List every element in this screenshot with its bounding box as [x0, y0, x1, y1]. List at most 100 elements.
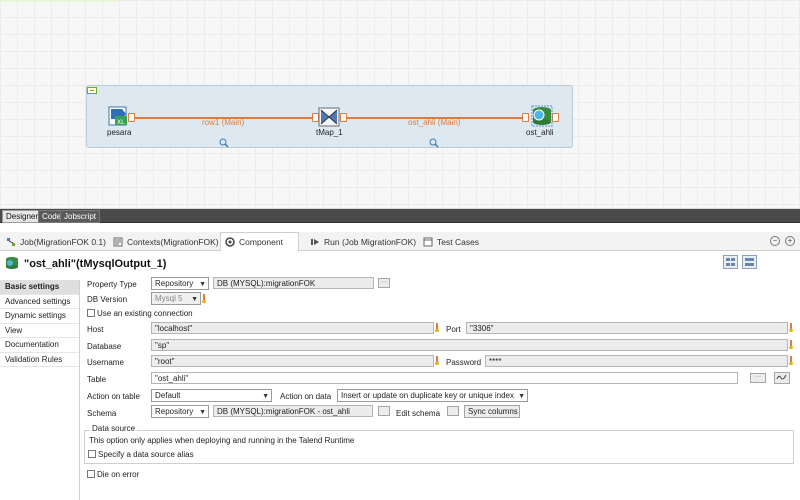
warning-marker-icon: [202, 294, 206, 304]
edit-schema-label: Edit schema: [396, 409, 441, 418]
tab-job[interactable]: Job(MigrationFOK 0.1): [2, 232, 110, 251]
tmap-component-icon[interactable]: [318, 106, 340, 128]
warning-marker-icon: [435, 356, 439, 366]
run-icon: [310, 237, 320, 247]
tmap-component-label[interactable]: tMap_1: [316, 128, 343, 137]
schema-type-value: Repository: [155, 407, 194, 416]
table-label: Table: [87, 375, 107, 384]
schema-label: Schema: [87, 409, 117, 418]
database-field[interactable]: "sp": [151, 339, 788, 351]
minimize-icon[interactable]: −: [770, 236, 780, 246]
username-field[interactable]: "root": [151, 355, 434, 367]
database-label: Database: [87, 342, 122, 351]
data-source-legend: Data source: [90, 424, 138, 433]
editor-mode-tabbar: Designer Code Jobscript: [0, 209, 800, 223]
tab-contexts[interactable]: Contexts(MigrationFOK): [109, 232, 223, 251]
component-icon: [225, 237, 235, 247]
action-on-data-select[interactable]: Insert or update on duplicate key or uni…: [337, 389, 528, 402]
specify-data-source-alias-checkbox[interactable]: [88, 450, 96, 458]
sync-columns-button[interactable]: Sync columns: [464, 405, 520, 418]
views-tabbar: Job(MigrationFOK 0.1) Contexts(Migration…: [0, 232, 800, 252]
ost-ahli-component-label[interactable]: ost_ahli: [526, 128, 554, 137]
component-header: "ost_ahli"(tMysqlOutput_1): [4, 256, 166, 272]
warning-marker-icon: [435, 323, 439, 333]
action-on-table-value: Default: [155, 391, 181, 400]
use-existing-connection-label: Use an existing connection: [97, 309, 193, 318]
action-on-table-select[interactable]: Default ▼: [151, 389, 272, 402]
tab-test-cases[interactable]: Test Cases: [419, 232, 483, 251]
job-icon: [6, 237, 16, 247]
property-type-label: Property Type: [87, 280, 137, 289]
schema-type-select[interactable]: Repository ▼: [151, 405, 209, 418]
chevron-down-icon: ▼: [191, 296, 198, 303]
chevron-down-icon: ▼: [199, 409, 206, 416]
tab-run[interactable]: Run (Job MigrationFOK): [306, 232, 420, 251]
db-version-select[interactable]: Mysql 5 ▼: [151, 292, 201, 305]
mysql-output-component-icon[interactable]: [530, 104, 554, 128]
sidebar-item-validation-rules[interactable]: Validation Rules: [0, 353, 79, 367]
table-browse-button[interactable]: ···: [750, 373, 766, 383]
die-on-error-label: Die on error: [97, 470, 140, 479]
schema-repository-field: DB (MYSQL):migrationFOK - ost_ahli: [213, 405, 373, 417]
port-label: Port: [446, 325, 461, 334]
tab-contexts-label: Contexts(MigrationFOK): [127, 236, 219, 247]
warning-marker-icon: [789, 323, 793, 333]
password-field[interactable]: ****: [485, 355, 788, 367]
chevron-down-icon: ▼: [518, 393, 525, 400]
sidebar-item-basic-settings[interactable]: Basic settings: [0, 280, 79, 295]
password-label: Password: [446, 358, 482, 367]
tab-designer[interactable]: Designer: [2, 210, 43, 223]
data-source-note: This option only applies when deploying …: [89, 436, 355, 445]
host-field[interactable]: "localhost": [151, 322, 434, 334]
db-version-label: DB Version: [87, 295, 128, 304]
property-type-browse-button[interactable]: ···: [378, 278, 390, 288]
component-title: "ost_ahli"(tMysqlOutput_1): [24, 258, 167, 270]
port-field[interactable]: "3306": [466, 322, 788, 334]
sidebar-item-dynamic-settings[interactable]: Dynamic settings: [0, 309, 79, 324]
pesara-component-label[interactable]: pesara: [107, 128, 131, 137]
canvas-top-highlight: [0, 0, 120, 2]
ost-ahli-input-port[interactable]: [522, 113, 529, 122]
row1-inspect-icon[interactable]: [219, 138, 229, 150]
table-guess-button[interactable]: [774, 372, 790, 384]
chevron-down-icon: ▼: [262, 393, 269, 400]
specify-data-source-alias-label: Specify a data source alias: [98, 450, 194, 459]
maximize-icon[interactable]: +: [785, 236, 795, 246]
sidebar-item-advanced-settings[interactable]: Advanced settings: [0, 295, 79, 309]
db-version-value: Mysql 5: [155, 294, 183, 303]
action-on-data-value: Insert or update on duplicate key or uni…: [341, 391, 515, 400]
warning-marker-icon: [789, 356, 793, 366]
testcases-icon: [423, 237, 433, 247]
tab-component[interactable]: Component: [220, 232, 299, 252]
subjob-collapse-toggle[interactable]: [87, 87, 97, 94]
use-existing-connection-checkbox[interactable]: [87, 309, 95, 317]
svg-text:XL: XL: [117, 119, 125, 126]
sidebar-item-view[interactable]: View: [0, 324, 79, 338]
username-label: Username: [87, 358, 124, 367]
schema-browse-button[interactable]: [378, 406, 390, 416]
ost-ahli-inspect-icon[interactable]: [429, 138, 439, 150]
tab-job-label: Job(MigrationFOK 0.1): [20, 236, 106, 247]
pesara-component-icon[interactable]: XL: [108, 105, 130, 127]
chevron-down-icon: ▼: [199, 281, 206, 288]
action-on-data-label: Action on data: [280, 392, 332, 401]
host-label: Host: [87, 325, 104, 334]
sidebar-item-documentation[interactable]: Documentation: [0, 338, 79, 353]
tab-run-label: Run (Job MigrationFOK): [324, 236, 417, 247]
connection-row1-label[interactable]: row1 (Main): [202, 118, 244, 127]
property-type-value: Repository: [155, 279, 194, 288]
tab-test-cases-label: Test Cases: [437, 236, 480, 247]
warning-marker-icon: [789, 340, 793, 350]
layout-list-button[interactable]: [742, 255, 757, 269]
tab-jobscript[interactable]: Jobscript: [60, 210, 101, 223]
die-on-error-checkbox[interactable]: [87, 470, 95, 478]
contexts-icon: [113, 237, 123, 247]
table-field[interactable]: "ost_ahli": [151, 372, 738, 384]
edit-schema-button[interactable]: [447, 406, 459, 416]
action-on-table-label: Action on table: [87, 392, 140, 401]
tmap-output-port[interactable]: [340, 113, 347, 122]
property-type-select[interactable]: Repository ▼: [151, 277, 209, 290]
settings-sidebar: Basic settings Advanced settings Dynamic…: [0, 280, 80, 500]
layout-grid-button[interactable]: [723, 255, 738, 269]
connection-ost-ahli-label[interactable]: ost_ahli (Main): [408, 118, 460, 127]
